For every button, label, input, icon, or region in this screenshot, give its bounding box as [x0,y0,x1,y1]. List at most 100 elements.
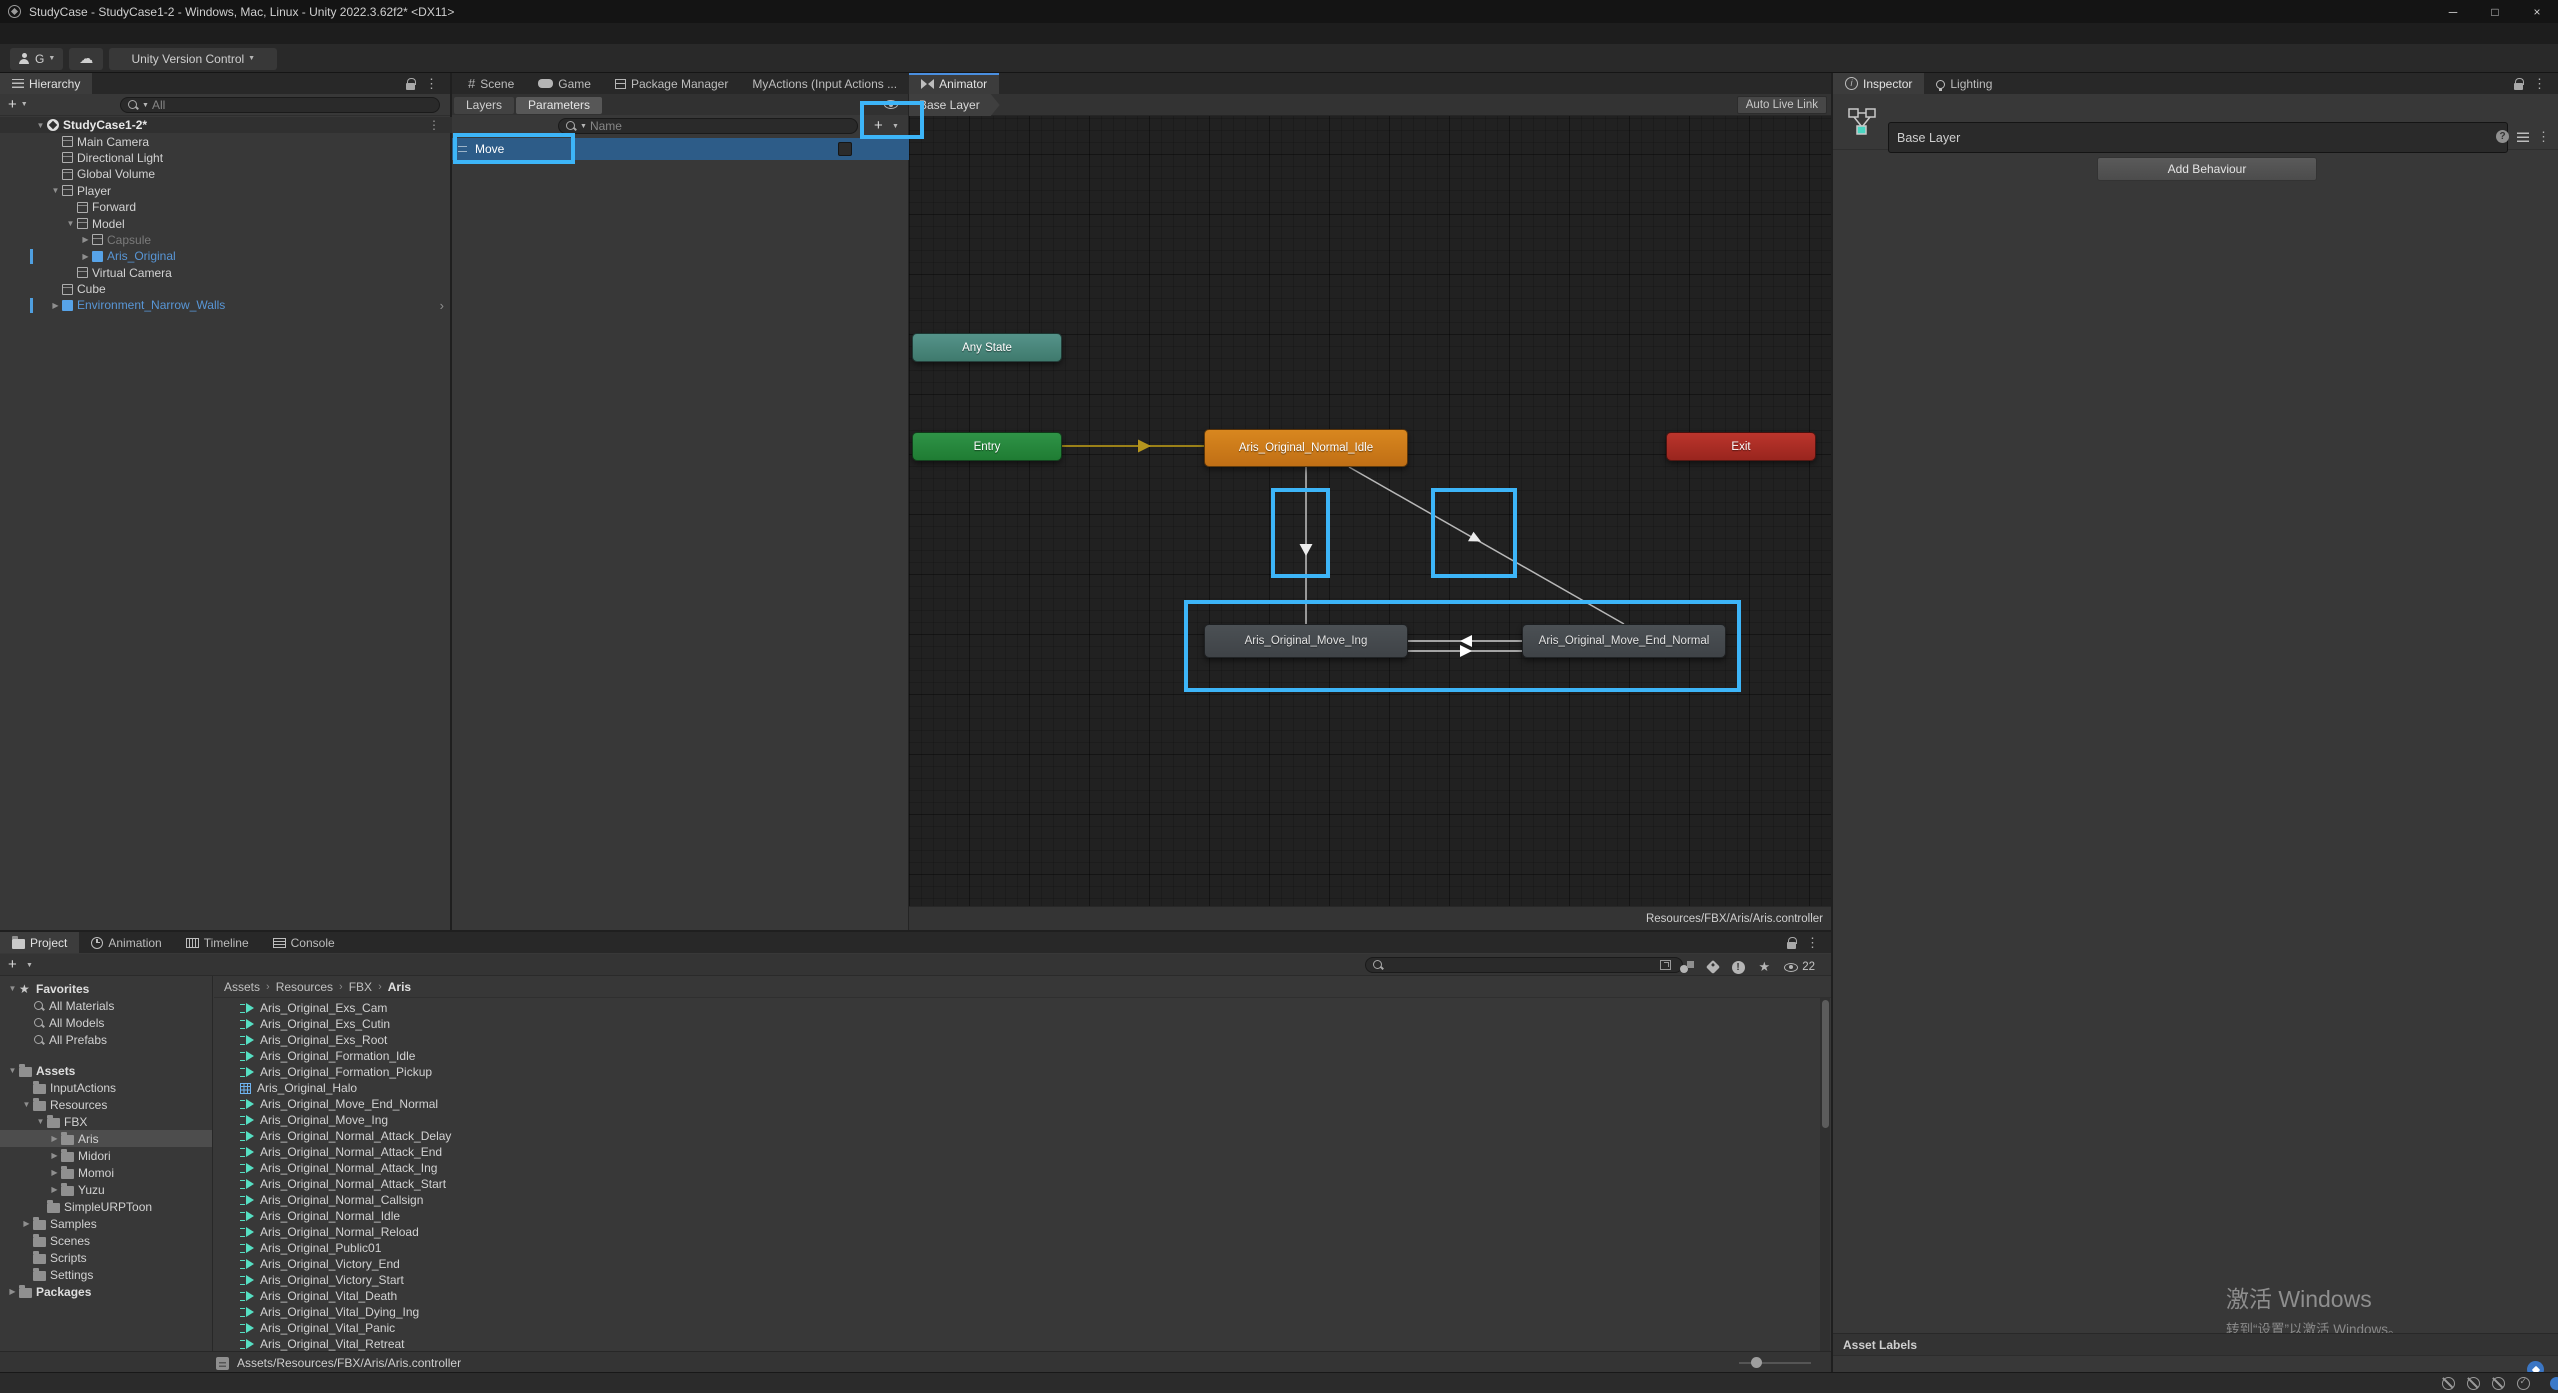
asset-list-item[interactable]: Aris_Original_Normal_Callsign [214,1192,1831,1208]
foldout-arrow-icon[interactable] [34,121,47,130]
collab-disabled-icon[interactable] [2467,1377,2480,1390]
project-tree-item[interactable]: FBX [0,1113,212,1130]
lock-icon[interactable] [1787,942,1796,949]
add-behaviour-button[interactable]: Add Behaviour [2097,157,2317,181]
hierarchy-item[interactable]: Player [0,183,452,199]
tab-console[interactable]: Console [261,932,347,953]
asset-list-item[interactable]: Aris_Original_Vital_Retreat [214,1336,1831,1351]
hierarchy-item[interactable]: Directional Light [0,150,452,166]
project-tree-item[interactable]: Scenes [0,1232,212,1249]
project-tree-item[interactable]: Favorites [0,980,212,997]
state-entry[interactable]: Entry [912,432,1062,461]
asset-list-item[interactable]: Aris_Original_Vital_Dying_Ing [214,1304,1831,1320]
foldout-arrow-icon[interactable] [49,301,62,310]
tab-parameters[interactable]: Parameters [516,97,602,114]
scrollbar[interactable] [1820,998,1830,1351]
foldout-arrow-icon[interactable] [64,219,77,228]
state-move-ing[interactable]: Aris_Original_Move_Ing [1204,624,1408,658]
hierarchy-item[interactable]: Virtual Camera [0,265,452,281]
add-parameter-button[interactable]: + [874,118,883,133]
tab-animation[interactable]: Animation [79,932,173,953]
asset-list-item[interactable]: Aris_Original_Normal_Attack_Start [214,1176,1831,1192]
hierarchy-item[interactable]: Environment_Narrow_Walls [0,297,452,313]
project-tree-item[interactable]: All Prefabs [0,1031,212,1048]
hierarchy-item[interactable]: Model [0,215,452,231]
lock-icon[interactable] [406,83,415,90]
foldout-arrow-icon[interactable] [79,252,92,261]
project-search[interactable] [1365,957,1683,973]
hierarchy-search-input[interactable] [152,98,412,112]
hierarchy-item[interactable]: Main Camera [0,133,452,149]
foldout-arrow-icon[interactable] [48,1134,61,1143]
hierarchy-search[interactable]: ▼ [120,97,440,113]
foldout-arrow-icon[interactable] [48,1168,61,1177]
favorites-star-icon[interactable]: ★ [1759,959,1771,975]
asset-list-item[interactable]: Aris_Original_Vital_Death [214,1288,1831,1304]
icon-size-slider[interactable] [1739,1362,1811,1364]
tab-scene[interactable]: # Scene [456,73,526,94]
menu-item[interactable] [44,23,64,44]
project-tree-item[interactable]: Resources [0,1096,212,1113]
parameter-search[interactable]: ▼ [558,118,858,134]
project-tree-item[interactable]: SimpleURPToon [0,1198,212,1215]
project-tree-item[interactable]: All Materials [0,997,212,1014]
menu-item[interactable] [164,23,184,44]
kebab-menu-icon[interactable]: ⋮ [2537,130,2550,143]
project-tree-item[interactable]: All Models [0,1014,212,1031]
foldout-arrow-icon[interactable] [48,1151,61,1160]
add-object-button[interactable]: + [8,97,17,112]
tab-inspector[interactable]: i Inspector [1833,73,1924,94]
asset-list-item[interactable]: Aris_Original_Victory_Start [214,1272,1831,1288]
tab-timeline[interactable]: Timeline [174,932,261,953]
asset-list-item[interactable]: Aris_Original_Formation_Idle [214,1048,1831,1064]
project-tree-item[interactable]: Settings [0,1266,212,1283]
drag-handle-icon[interactable] [458,146,467,152]
create-asset-button[interactable]: + [8,957,17,972]
chevron-down-icon[interactable]: ▼ [21,101,28,108]
open-search-window-icon[interactable] [1660,960,1671,970]
tab-animator[interactable]: Animator [909,73,999,94]
debugger-disabled-icon[interactable] [2442,1377,2455,1390]
breadcrumb-assets[interactable]: Assets [224,980,260,994]
asset-list-item[interactable]: Aris_Original_Exs_Root [214,1032,1831,1048]
project-tree-item[interactable]: Samples [0,1215,212,1232]
foldout-arrow-icon[interactable] [48,1185,61,1194]
tab-layers[interactable]: Layers [454,97,514,114]
lock-icon[interactable] [2514,83,2523,90]
parameter-search-input[interactable] [590,119,830,133]
project-tree-item[interactable]: Packages [0,1283,212,1300]
maximize-button[interactable]: □ [2474,0,2516,23]
project-search-input[interactable] [1387,958,1657,972]
state-idle[interactable]: Aris_Original_Normal_Idle [1204,429,1408,467]
hierarchy-item[interactable]: Global Volume [0,166,452,182]
parameter-row-move[interactable]: Move [452,138,909,160]
hierarchy-item[interactable]: Forward [0,199,452,215]
hidden-packages-icon[interactable]: ! [1732,961,1745,974]
breadcrumb-aris[interactable]: Aris [388,980,411,994]
close-button[interactable]: × [2516,0,2558,23]
menu-item[interactable] [144,23,164,44]
project-tree-item[interactable]: Midori [0,1147,212,1164]
filter-by-label-icon[interactable] [1705,960,1719,974]
tab-lighting[interactable]: Lighting [1924,73,2004,94]
state-exit[interactable]: Exit [1666,432,1816,461]
menu-item[interactable] [104,23,124,44]
filter-by-type-icon[interactable] [1680,961,1694,973]
tab-myactions[interactable]: MyActions (Input Actions ... [740,73,909,94]
kebab-menu-icon[interactable]: ⋮ [425,77,438,90]
slider-knob[interactable] [1751,1357,1762,1368]
chevron-down-icon[interactable]: ▼ [26,962,33,969]
hierarchy-item[interactable]: Capsule [0,232,452,248]
scrollbar-thumb[interactable] [1822,1000,1829,1128]
foldout-arrow-icon[interactable] [79,235,92,244]
minimize-button[interactable]: ─ [2432,0,2474,23]
asset-list-item[interactable]: Aris_Original_Move_End_Normal [214,1096,1831,1112]
menu-item[interactable] [64,23,84,44]
asset-list-item[interactable]: Aris_Original_Normal_Reload [214,1224,1831,1240]
asset-list-item[interactable]: Aris_Original_Formation_Pickup [214,1064,1831,1080]
asset-list-item[interactable]: Aris_Original_Normal_Attack_End [214,1144,1831,1160]
asset-list-item[interactable]: Aris_Original_Exs_Cam [214,1000,1831,1016]
account-button[interactable]: G ▼ [10,48,63,70]
foldout-arrow-icon[interactable] [49,186,62,195]
tab-project[interactable]: Project [0,932,79,953]
